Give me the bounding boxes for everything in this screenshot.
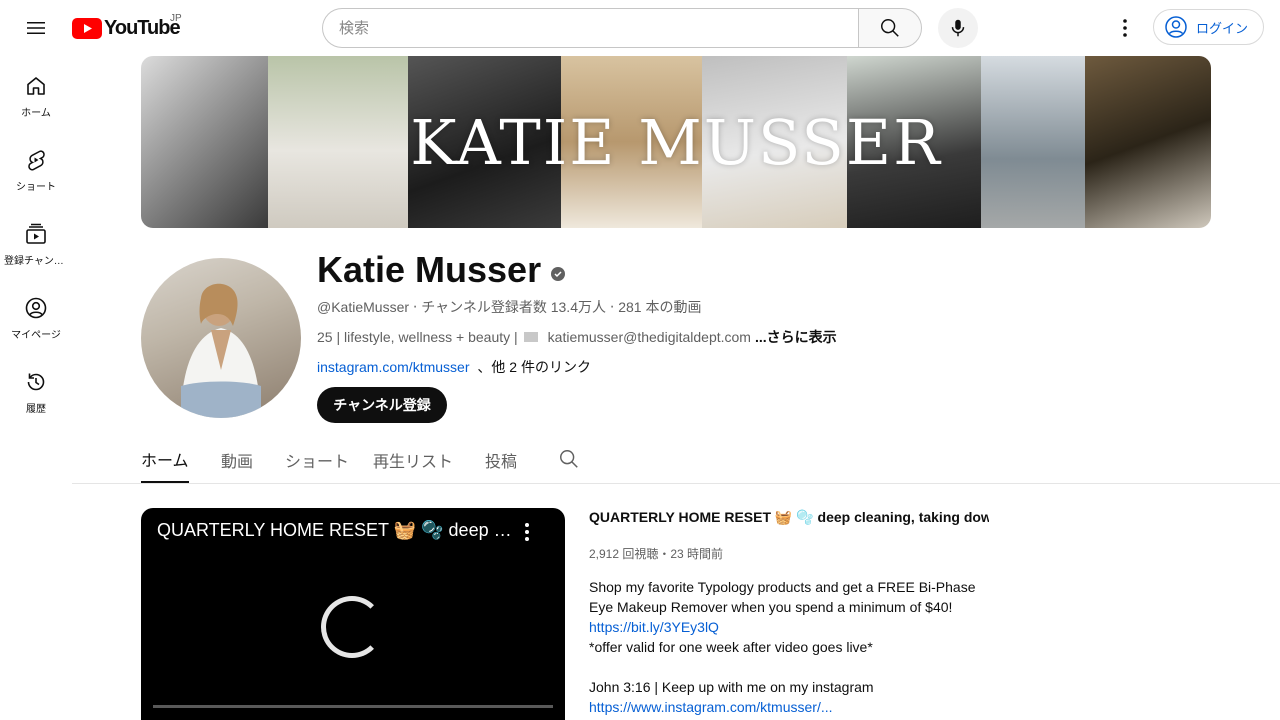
sidebar-item-label: ホーム (21, 108, 51, 119)
instagram-description-link[interactable]: https://www.instagram.com/ktmusser/... (589, 697, 1009, 717)
login-label: ログイン (1196, 20, 1249, 36)
sidebar: ホーム ショート 登録チャンネル マイページ 履歴 (0, 56, 72, 426)
progress-bar[interactable] (153, 705, 553, 708)
channel-meta: @KatieMusser ‧ チャンネル登録者数 13.4万人 ‧ 281 本の… (317, 297, 701, 317)
channel-email: katiemusser@thedigitaldept.com (547, 329, 751, 345)
channel-tabs: ホーム 動画 ショート 再生リスト 投稿 (72, 436, 1280, 484)
sidebar-item-shorts[interactable]: ショート (0, 130, 72, 204)
search-input[interactable] (322, 8, 859, 48)
menu-button[interactable] (16, 8, 56, 48)
other-links[interactable]: 、他 2 件のリンク (477, 359, 591, 375)
description-text: 25 | lifestyle, wellness + beauty | (317, 329, 518, 345)
tab-videos[interactable]: 動画 (221, 436, 253, 483)
sidebar-item-my-page[interactable]: マイページ (0, 278, 72, 352)
channel-search-button[interactable] (558, 448, 580, 475)
loading-spinner-icon (321, 596, 383, 658)
sidebar-item-home[interactable]: ホーム (0, 56, 72, 130)
subscriptions-icon (26, 223, 46, 244)
typology-link[interactable]: https://bit.ly/3YEy3lQ (589, 617, 1009, 637)
verified-badge-icon (551, 267, 566, 281)
profile-icon (25, 297, 47, 319)
search-bar (322, 8, 922, 48)
hamburger-icon (27, 22, 45, 34)
featured-video-stats: 2,912 回視聴・23 時間前 (589, 547, 724, 561)
youtube-logo[interactable]: YouTube (72, 16, 181, 39)
sidebar-item-subscriptions[interactable]: 登録チャンネル (0, 204, 72, 278)
sidebar-item-label: ショート (16, 182, 56, 193)
description-line: John 3:16 | Keep up with me on my instag… (589, 679, 874, 695)
account-icon (1165, 16, 1187, 38)
channel-handle: @KatieMusser (317, 299, 410, 315)
subscriber-count: チャンネル登録者数 13.4万人 (421, 299, 606, 315)
player-more-button[interactable] (515, 520, 539, 549)
tab-shorts[interactable]: ショート (285, 436, 349, 483)
channel-banner: KATIE MUSSER (141, 56, 1211, 228)
login-button[interactable]: ログイン (1153, 9, 1264, 45)
region-code: JP (170, 13, 182, 24)
channel-name: Katie Musser (317, 249, 566, 291)
channel-links: instagram.com/ktmusser 、他 2 件のリンク (317, 357, 591, 377)
meta-separator: ‧ (609, 299, 619, 315)
tab-home[interactable]: ホーム (141, 436, 189, 483)
logo-text: YouTube (104, 16, 181, 39)
youtube-play-icon (72, 17, 102, 39)
sidebar-item-label: 登録チャンネル (4, 256, 68, 267)
shorts-icon (28, 150, 45, 171)
description-line: Eye Makeup Remover when you spend a mini… (589, 599, 953, 615)
video-count: 281 本の動画 (618, 299, 702, 315)
search-icon (560, 450, 578, 468)
settings-more-button[interactable] (1105, 8, 1145, 48)
tab-playlists[interactable]: 再生リスト (373, 436, 453, 483)
show-more-link[interactable]: ...さらに表示 (755, 327, 837, 347)
history-icon (27, 373, 45, 391)
sidebar-item-label: 履歴 (26, 404, 46, 415)
player-title: QUARTERLY HOME RESET 🧺 🫧 deep cleaning, … (157, 520, 517, 540)
instagram-link[interactable]: instagram.com/ktmusser (317, 359, 469, 375)
home-icon (27, 77, 45, 95)
channel-name-text: Katie Musser (317, 249, 542, 290)
more-vertical-icon (1123, 19, 1127, 37)
voice-search-button[interactable] (938, 8, 978, 48)
channel-avatar (141, 258, 301, 418)
featured-video-description: Shop my favorite Typology products and g… (589, 577, 1009, 717)
featured-video-title[interactable]: QUARTERLY HOME RESET 🧺 🫧 deep cleaning, … (589, 509, 989, 526)
channel-description[interactable]: 25 | lifestyle, wellness + beauty | kati… (317, 327, 837, 347)
avatar-portrait (181, 283, 261, 418)
description-line: Shop my favorite Typology products and g… (589, 579, 976, 595)
meta-separator: ‧ (412, 299, 422, 315)
description-line (589, 657, 1009, 677)
sidebar-item-history[interactable]: 履歴 (0, 352, 72, 426)
search-button[interactable] (858, 8, 922, 48)
more-vertical-icon (525, 523, 529, 541)
featured-video-player[interactable]: QUARTERLY HOME RESET 🧺 🫧 deep cleaning, … (141, 508, 565, 720)
description-line: *offer valid for one week after video go… (589, 639, 873, 655)
subscribe-button[interactable]: チャンネル登録 (317, 387, 447, 423)
sidebar-item-label: マイページ (11, 330, 61, 341)
banner-title: KATIE MUSSER (410, 105, 942, 179)
microphone-icon (951, 19, 965, 37)
tab-posts[interactable]: 投稿 (485, 436, 517, 483)
top-bar: YouTube JP ログイン (0, 0, 1280, 56)
envelope-icon (523, 332, 538, 342)
search-icon (881, 19, 899, 37)
